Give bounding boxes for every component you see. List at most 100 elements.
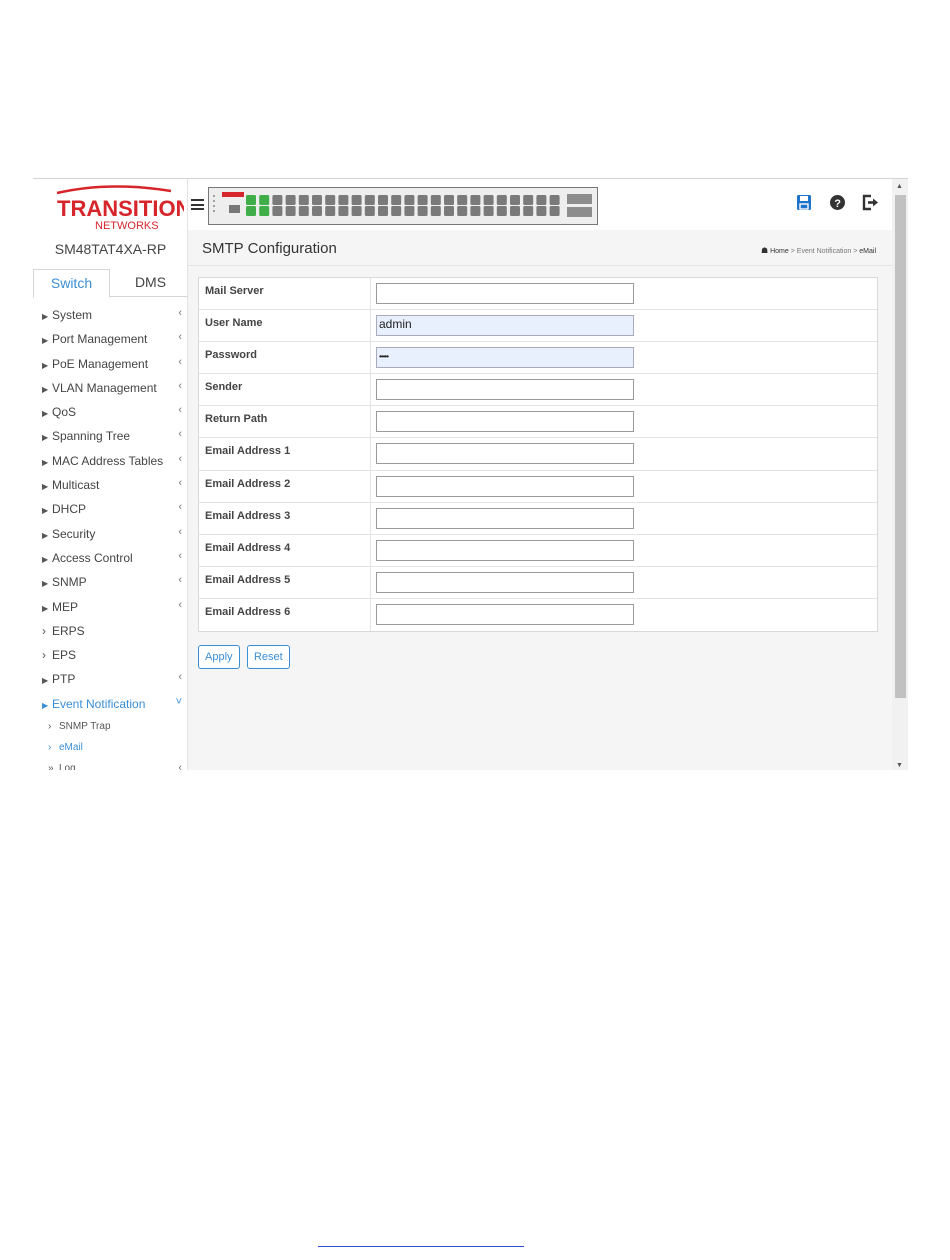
breadcrumb-section[interactable]: Event Notification: [797, 248, 851, 255]
sidebar-item-label: ERPS: [52, 623, 85, 638]
ethernet-port: [285, 195, 296, 205]
smtp-form-table: Mail Server User Name admin Password ••••• Se…: [198, 277, 878, 633]
submenu-item-log[interactable]: » Log ‹: [33, 758, 188, 770]
content-area: SMTP Configuration ☗ Home > Event Notifi…: [188, 230, 892, 770]
sidebar-item-access-control[interactable]: ▶ Access Control ‹: [33, 546, 188, 570]
field-label: Password: [205, 349, 257, 362]
field-label: Return Path: [205, 413, 268, 426]
column-divider: [370, 342, 371, 374]
ethernet-port: [312, 206, 322, 216]
field-label: Email Address 6: [205, 605, 291, 618]
sidebar-item-erps[interactable]: › ERPS: [33, 619, 188, 643]
email-address-1-input[interactable]: [376, 443, 634, 465]
ethernet-port: [259, 195, 270, 205]
sidebar-item-multicast[interactable]: ▶ Multicast ‹: [33, 473, 188, 497]
scroll-down-icon[interactable]: ▼: [896, 762, 903, 769]
sidebar-item-ptp[interactable]: ▶ PTP ‹: [33, 667, 188, 691]
sidebar-item-spanning-tree[interactable]: ▶ Spanning Tree ‹: [33, 424, 188, 448]
tab-dms[interactable]: DMS: [113, 269, 188, 298]
field-label: Sender: [205, 381, 243, 394]
form-row-sender: Sender: [199, 374, 877, 407]
chevron-left-icon: ‹: [178, 452, 182, 465]
email-address-5-input[interactable]: [376, 571, 634, 593]
ethernet-port: [483, 206, 494, 216]
scrollbar-thumb[interactable]: [895, 195, 906, 698]
sidebar-item-label: EPS: [52, 648, 77, 663]
chevron-left-icon: ‹: [178, 501, 182, 514]
ethernet-port: [430, 206, 441, 216]
ethernet-port: [470, 206, 481, 216]
sidebar-item-poe-management[interactable]: ▶ PoE Management ‹: [33, 352, 188, 376]
caret-right-icon: ▶: [42, 554, 49, 564]
ethernet-port: [312, 195, 322, 205]
column-divider: [370, 278, 371, 310]
vertical-scrollbar[interactable]: ▲ ▼: [892, 179, 908, 770]
ethernet-port: [351, 195, 362, 205]
field-label: User Name: [205, 317, 263, 330]
tab-switch[interactable]: Switch: [33, 269, 110, 298]
ethernet-port: [496, 206, 507, 216]
submenu-item-email[interactable]: › eMail: [33, 737, 188, 758]
column-divider: [370, 598, 371, 632]
ethernet-port: [470, 195, 481, 205]
sidebar-item-dhcp[interactable]: ▶ DHCP ‹: [33, 497, 188, 521]
sidebar-item-security[interactable]: ▶ Security ‹: [33, 522, 188, 546]
scroll-up-icon[interactable]: ▲: [896, 183, 903, 190]
ethernet-port: [404, 206, 415, 216]
breadcrumb-home[interactable]: Home: [770, 248, 789, 255]
caret-right-icon: ▶: [42, 482, 49, 492]
sidebar-item-qos[interactable]: ▶ QoS ‹: [33, 400, 188, 424]
email-address-2-input[interactable]: [376, 475, 634, 497]
email-address-6-input[interactable]: [376, 603, 634, 625]
caret-right-icon: ▶: [42, 360, 49, 370]
password-input[interactable]: •••••: [376, 347, 634, 369]
column-divider: [370, 502, 371, 534]
ethernet-port: [338, 206, 349, 216]
status-led: [213, 210, 215, 212]
footer-link-underline[interactable]: [318, 1246, 524, 1247]
apply-button[interactable]: Apply: [198, 645, 240, 669]
save-icon[interactable]: [796, 194, 813, 211]
ethernet-port: [364, 195, 375, 205]
chevron-left-icon: ‹: [178, 428, 182, 441]
sidebar-item-port-management[interactable]: ▶ Port Management ‹: [33, 327, 188, 351]
caret-right-icon: ▶: [42, 336, 49, 346]
user-name-input[interactable]: admin: [376, 315, 634, 337]
form-row-email-address-1: Email Address 1: [199, 438, 877, 471]
ethernet-port: [457, 206, 468, 216]
ethernet-port: [338, 195, 349, 205]
sender-input[interactable]: [376, 379, 634, 401]
sidebar-item-system[interactable]: ▶ System ‹: [33, 303, 188, 327]
ethernet-port: [417, 195, 428, 205]
chevron-left-icon: ‹: [178, 574, 182, 587]
sidebar-item-eps[interactable]: › EPS: [33, 643, 188, 667]
ethernet-port: [272, 206, 283, 216]
chevron-left-icon: ‹: [178, 307, 182, 319]
submenu-item-snmp-trap[interactable]: › SNMP Trap: [33, 716, 188, 737]
email-address-3-input[interactable]: [376, 507, 634, 529]
menu-icon[interactable]: [191, 199, 204, 210]
app-window: TRANSITION NETWORKS SM48TAT4XA-RP Switch…: [33, 178, 908, 770]
sidebar-item-event-notification[interactable]: ▶ Event Notification ˅: [33, 692, 188, 716]
sidebar-item-mac-address-tables[interactable]: ▶ MAC Address Tables ‹: [33, 449, 188, 473]
form-row-return-path: Return Path: [199, 406, 877, 439]
ethernet-port: [272, 195, 283, 205]
help-icon[interactable]: ?: [829, 194, 846, 211]
ethernet-port: [259, 206, 270, 216]
field-label: Email Address 3: [205, 509, 291, 522]
column-divider: [370, 534, 371, 566]
logout-icon[interactable]: [862, 194, 879, 211]
return-path-input[interactable]: [376, 411, 634, 433]
sfp-port: [567, 207, 592, 217]
ethernet-port: [298, 206, 309, 216]
reset-button[interactable]: Reset: [246, 645, 290, 669]
mail-server-input[interactable]: [376, 283, 634, 304]
sidebar-item-mep[interactable]: ▶ MEP ‹: [33, 595, 188, 619]
transition-networks-logo: TRANSITION NETWORKS: [49, 183, 191, 236]
sidebar-item-snmp[interactable]: ▶ SNMP ‹: [33, 570, 188, 594]
device-logo-mark: [222, 192, 244, 197]
ethernet-port: [549, 195, 560, 205]
sidebar-item-label: Access Control: [52, 550, 133, 565]
email-address-4-input[interactable]: [376, 539, 634, 561]
sidebar-item-vlan-management[interactable]: ▶ VLAN Management ‹: [33, 376, 188, 400]
